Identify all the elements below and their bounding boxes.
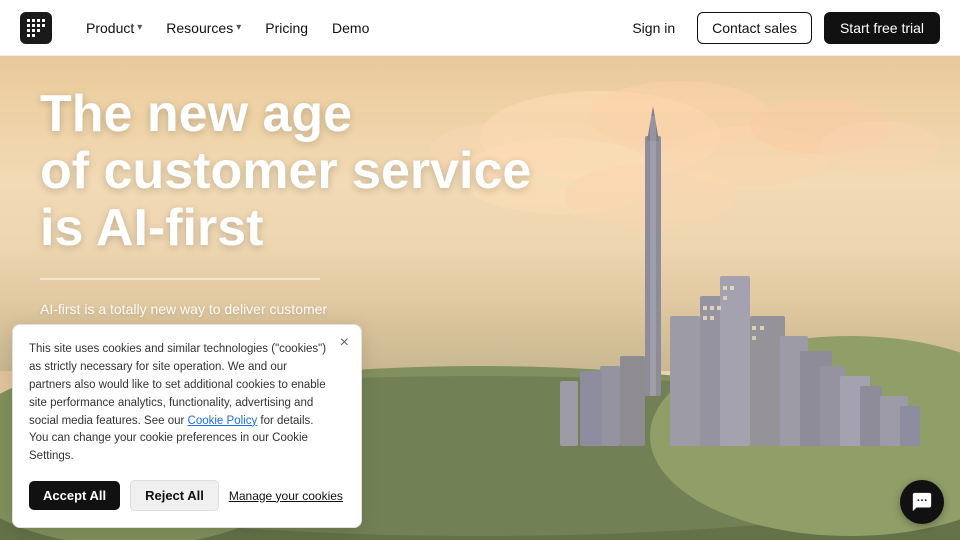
cookie-close-button[interactable]: × (340, 335, 349, 351)
chat-icon (911, 491, 933, 513)
cookie-buttons: Accept All Reject All Manage your cookie… (29, 480, 345, 511)
nav-pricing[interactable]: Pricing (255, 14, 318, 42)
start-trial-button[interactable]: Start free trial (824, 12, 940, 44)
logo-icon (20, 12, 52, 44)
navbar-actions: Sign in Contact sales Start free trial (622, 12, 940, 44)
nav-product[interactable]: Product ▾ (76, 14, 152, 42)
navbar: Product ▾ Resources ▾ Pricing Demo Sign … (0, 0, 960, 56)
chevron-down-icon: ▾ (137, 22, 142, 33)
accept-cookies-button[interactable]: Accept All (29, 481, 120, 510)
chevron-down-icon: ▾ (236, 22, 241, 33)
chat-widget[interactable] (900, 480, 944, 524)
cookie-policy-link[interactable]: Cookie Policy (188, 415, 258, 427)
cookie-banner: × This site uses cookies and similar tec… (12, 324, 362, 528)
nav-links: Product ▾ Resources ▾ Pricing Demo (76, 14, 622, 42)
signin-button[interactable]: Sign in (622, 14, 685, 42)
contact-sales-button[interactable]: Contact sales (697, 12, 812, 44)
nav-resources[interactable]: Resources ▾ (156, 14, 251, 42)
reject-cookies-button[interactable]: Reject All (130, 480, 219, 511)
cookie-text: This site uses cookies and similar techn… (29, 341, 345, 466)
nav-demo[interactable]: Demo (322, 14, 379, 42)
hero-divider (40, 278, 320, 280)
manage-cookies-button[interactable]: Manage your cookies (229, 489, 343, 503)
logo[interactable] (20, 12, 52, 44)
hero-title: The new age of customer service is AI-fi… (40, 86, 531, 258)
